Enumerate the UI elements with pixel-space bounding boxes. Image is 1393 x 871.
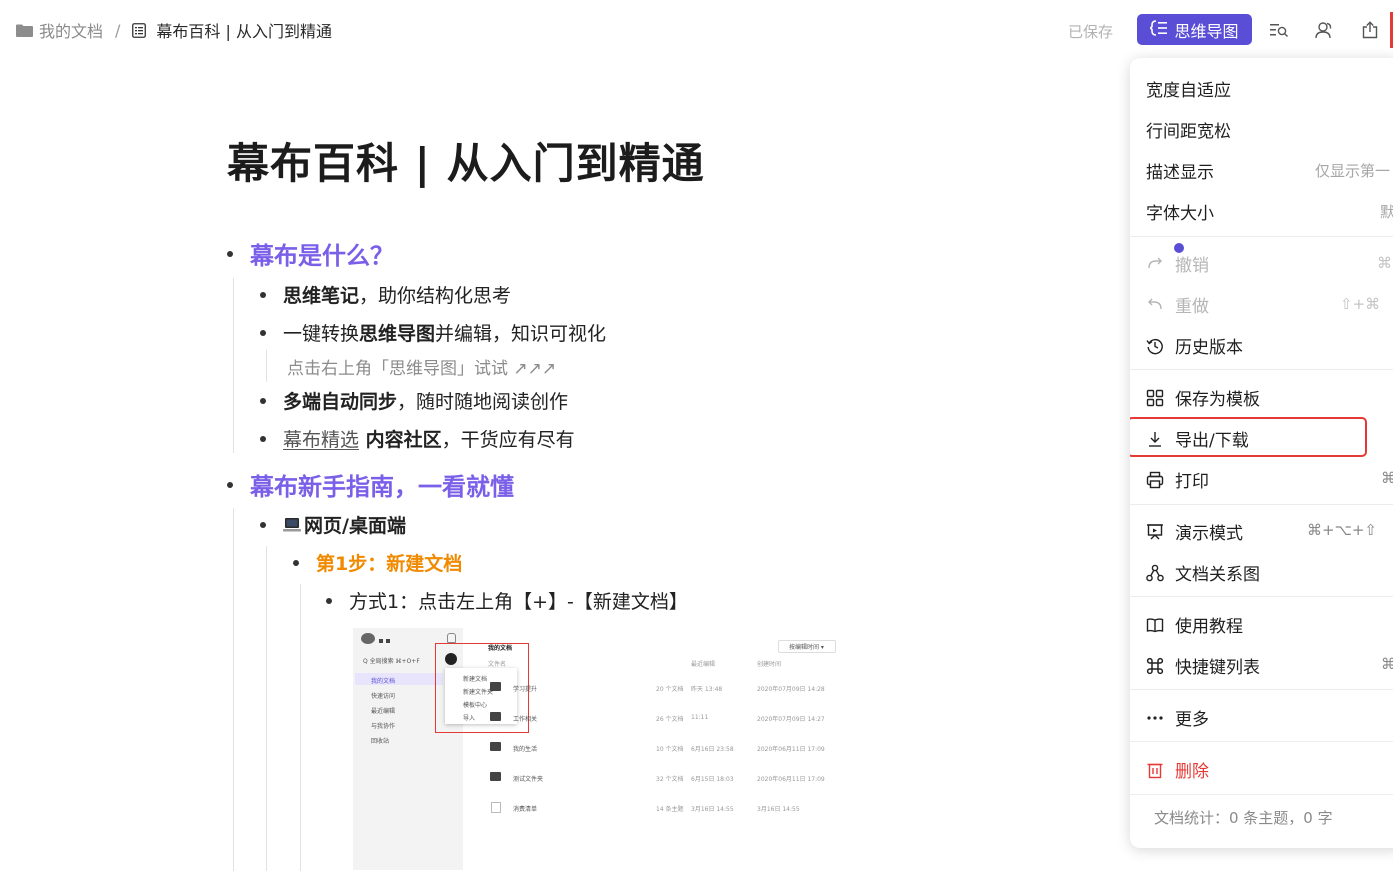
menu-divider (1130, 689, 1393, 690)
menu-divider (1130, 369, 1393, 370)
menu-divider (1130, 504, 1393, 505)
breadcrumb-root[interactable]: 我的文档 (39, 18, 103, 42)
bullet[interactable] (260, 397, 266, 404)
community-link[interactable]: 幕布精选 (283, 429, 359, 451)
book-icon (1146, 616, 1164, 634)
outline-search-icon[interactable] (1268, 19, 1290, 41)
ellipsis-icon (1146, 709, 1164, 727)
mindmap-button[interactable]: 思维导图 (1137, 14, 1252, 45)
laptop-icon (283, 517, 301, 533)
embedded-screenshot[interactable]: Q 全局搜索 ⌘+O+F 我的文档 快速访问 最近编辑 与我协作 回收站 新建文… (353, 628, 843, 870)
breadcrumb: 我的文档 / 幕布百科 | 从入门到精通 (16, 18, 332, 42)
printer-icon (1146, 471, 1164, 489)
bullet[interactable] (227, 481, 233, 488)
section-heading: 幕布新手指南，一看就懂 (250, 473, 514, 501)
list-item[interactable]: 幕布是什么？ (227, 236, 394, 271)
menu-item-description-display[interactable]: 描述显示 (1146, 158, 1214, 183)
item-text: 多端自动同步，随时随地阅读创作 (283, 391, 569, 413)
redo-icon (1146, 296, 1164, 314)
bullet[interactable] (260, 329, 266, 336)
bullet[interactable] (260, 435, 266, 442)
bullet[interactable] (227, 250, 233, 257)
document-stats: 文档统计：0 条主题，0 字 (1154, 809, 1333, 827)
step-heading: 第1步：新建文档 (316, 553, 463, 575)
menu-divider (1130, 596, 1393, 597)
menu-divider (1130, 794, 1393, 795)
list-item[interactable]: 一键转换思维导图并编辑，知识可视化 (260, 319, 606, 346)
menu-item-relation-graph[interactable]: 文档关系图 (1146, 560, 1260, 585)
template-icon (1146, 389, 1164, 407)
menu-divider (1130, 236, 1393, 237)
undo-icon (1146, 255, 1164, 273)
menu-item-delete[interactable]: 删除 (1146, 757, 1209, 782)
menu-item-line-spacing[interactable]: 行间距宽松 (1146, 117, 1231, 142)
description-display-value: 仅显示第一 (1315, 162, 1391, 180)
menu-item-redo[interactable]: 重做 (1146, 292, 1209, 317)
font-size-value: 默 (1380, 203, 1393, 221)
document-title[interactable]: 幕布百科 | 从入门到精通 (227, 130, 705, 191)
list-item[interactable]: 幕布新手指南，一看就懂 (227, 467, 514, 502)
menu-item-save-template[interactable]: 保存为模板 (1146, 385, 1260, 410)
menu-item-presentation[interactable]: 演示模式 (1146, 519, 1243, 544)
folder-icon (16, 24, 33, 37)
share-icon[interactable] (1359, 19, 1381, 41)
mindmap-button-label: 思维导图 (1174, 21, 1239, 41)
list-item[interactable]: 幕布精选 内容社区，干货应有尽有 (260, 425, 575, 452)
bullet[interactable] (293, 559, 299, 566)
mindmap-icon (1149, 19, 1168, 40)
item-note[interactable]: 点击右上角「思维导图」试试 ↗↗↗ (287, 354, 556, 379)
command-key-icon (1146, 657, 1164, 675)
top-bar: 我的文档 / 幕布百科 | 从入门到精通 已保存 思维导图 (0, 0, 1393, 60)
item-text: 网页/桌面端 (304, 515, 406, 537)
presentation-shortcut: ⌘+⌥+⇧ (1307, 521, 1377, 539)
list-item[interactable]: 网页/桌面端 (260, 511, 406, 538)
history-icon (1146, 337, 1164, 355)
section-heading: 幕布是什么？ (250, 242, 394, 270)
menu-item-width-fit[interactable]: 宽度自适应 (1146, 76, 1231, 101)
print-shortcut: ⌘ (1381, 469, 1393, 487)
indent-guide (266, 546, 267, 871)
indent-guide (233, 278, 234, 453)
bullet[interactable] (326, 597, 332, 604)
item-text: 思维笔记，助你结构化思考 (283, 285, 512, 307)
menu-item-print[interactable]: 打印 (1146, 467, 1209, 492)
breadcrumb-current-doc[interactable]: 幕布百科 | 从入门到精通 (156, 18, 332, 42)
list-item[interactable]: 思维笔记，助你结构化思考 (260, 281, 511, 308)
saved-status: 已保存 (1068, 23, 1114, 41)
bell-icon (447, 633, 456, 643)
menu-item-tutorial[interactable]: 使用教程 (1146, 612, 1243, 637)
menu-item-shortcuts[interactable]: 快捷键列表 (1146, 653, 1260, 678)
menu-item-export[interactable]: 导出/下载 (1146, 426, 1249, 451)
item-text: 一键转换思维导图并编辑，知识可视化 (283, 323, 607, 345)
avatar (361, 633, 375, 644)
more-options-menu: 宽度自适应 行间距宽松 描述显示 仅显示第一 字体大小 默 撤销 ⌘ 重做 ⇧+… (1130, 58, 1393, 848)
menu-item-undo[interactable]: 撤销 (1146, 251, 1209, 276)
bullet[interactable] (260, 291, 266, 298)
indent-guide (300, 584, 301, 871)
collaborate-icon[interactable] (1314, 19, 1336, 41)
redo-shortcut: ⇧+⌘ (1340, 295, 1381, 313)
menu-item-more[interactable]: 更多 (1146, 705, 1209, 730)
trash-icon (1146, 761, 1164, 779)
indent-guide (233, 508, 234, 871)
list-item[interactable]: 第1步：新建文档 (293, 549, 462, 576)
undo-shortcut: ⌘ (1377, 254, 1392, 272)
note-guide (266, 350, 267, 382)
list-item[interactable]: 多端自动同步，随时随地阅读创作 (260, 387, 568, 414)
presentation-icon (1146, 523, 1164, 541)
menu-item-history[interactable]: 历史版本 (1146, 333, 1243, 358)
shortcuts-shortcut: ⌘ (1381, 655, 1393, 673)
breadcrumb-separator: / (115, 20, 121, 40)
menu-divider (1130, 741, 1393, 742)
item-text: 幕布精选 内容社区，干货应有尽有 (283, 429, 575, 451)
item-text: 方式1：点击左上角【+】-【新建文档】 (349, 591, 688, 613)
list-item[interactable]: 方式1：点击左上角【+】-【新建文档】 (326, 587, 688, 614)
relation-graph-icon (1146, 564, 1164, 582)
bullet[interactable] (260, 521, 266, 528)
menu-item-font-size[interactable]: 字体大小 (1146, 199, 1214, 224)
download-icon (1146, 430, 1164, 448)
document-icon (132, 22, 147, 38)
